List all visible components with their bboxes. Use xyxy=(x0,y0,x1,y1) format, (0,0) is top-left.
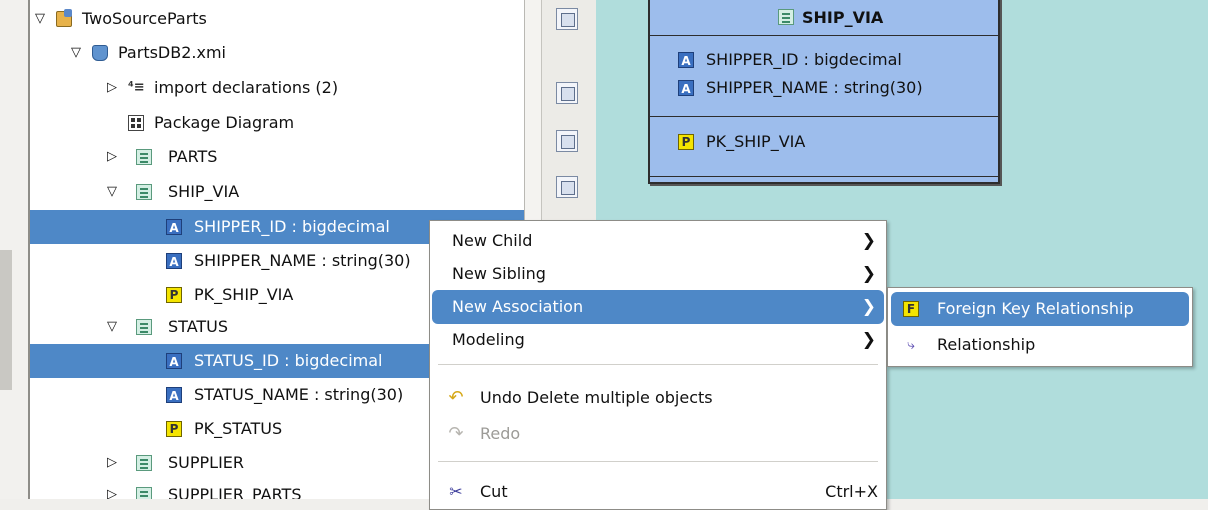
menu-item-new-association[interactable]: New Association ❯ xyxy=(432,290,884,324)
collapsed-twisty-icon[interactable]: ▷ xyxy=(104,446,120,480)
entity-divider xyxy=(650,176,998,177)
relationship-icon: ⤷ xyxy=(907,337,915,353)
menu-item-label: Modeling xyxy=(452,330,525,349)
menu-item-undo[interactable]: ↶ Undo Delete multiple objects xyxy=(430,381,886,415)
xmi-file-icon xyxy=(92,45,108,61)
tree-item-label: PK_STATUS xyxy=(194,419,283,438)
foreign-key-icon: F xyxy=(903,301,919,317)
palette-import-icon[interactable] xyxy=(556,130,578,152)
tree-item-label: STATUS_ID : bigdecimal xyxy=(194,351,383,370)
table-icon xyxy=(136,149,152,165)
table-icon xyxy=(778,9,794,25)
menu-separator xyxy=(438,364,878,365)
attribute-icon: A xyxy=(166,253,182,269)
entity-header: SHIP_VIA xyxy=(650,0,998,36)
menu-item-foreign-key-relationship[interactable]: F Foreign Key Relationship xyxy=(891,292,1189,326)
entity-attribute-label: SHIPPER_NAME : string(30) xyxy=(706,78,923,97)
tree-item-label: PK_SHIP_VIA xyxy=(194,285,294,304)
menu-item-label: Relationship xyxy=(937,335,1036,354)
tree-item-label: PARTS xyxy=(168,147,218,166)
menu-item-new-sibling[interactable]: New Sibling ❯ xyxy=(430,257,886,291)
menu-item-label: Cut xyxy=(480,482,508,501)
attribute-icon: A xyxy=(166,353,182,369)
menu-item-relationship[interactable]: ⤷ Relationship xyxy=(891,328,1189,362)
palette-layout-icon[interactable] xyxy=(556,176,578,198)
entity-divider xyxy=(650,116,998,117)
expanded-twisty-icon[interactable]: ▽ xyxy=(104,310,120,344)
tree-item-parts[interactable]: ▷ PARTS xyxy=(30,140,524,174)
menu-item-label: New Sibling xyxy=(452,264,546,283)
menu-item-cut[interactable]: ✂ Cut Ctrl+X xyxy=(430,475,886,509)
menu-item-modeling[interactable]: Modeling ❯ xyxy=(430,323,886,357)
new-association-submenu[interactable]: F Foreign Key Relationship ⤷ Relationshi… xyxy=(887,287,1193,367)
tree-item-label: SUPPLIER_PARTS xyxy=(168,485,302,499)
gutter-shade xyxy=(0,250,12,390)
tree-item-label: SHIP_VIA xyxy=(168,182,240,201)
expanded-twisty-icon[interactable]: ▽ xyxy=(104,175,120,209)
expanded-twisty-icon[interactable]: ▽ xyxy=(32,2,48,36)
primary-key-icon: P xyxy=(678,134,694,150)
project-icon xyxy=(56,9,72,27)
menu-item-label: Foreign Key Relationship xyxy=(937,299,1134,318)
menu-item-label: New Association xyxy=(452,297,584,316)
tree-item-partsdb2-xmi[interactable]: ▽ PartsDB2.xmi xyxy=(30,36,524,70)
entity-title: SHIP_VIA xyxy=(802,8,884,27)
attribute-icon: A xyxy=(166,387,182,403)
tree-item-ship-via[interactable]: ▽ SHIP_VIA xyxy=(30,175,524,209)
palette-save-icon[interactable] xyxy=(556,82,578,104)
cut-icon: ✂ xyxy=(449,482,463,501)
table-icon xyxy=(136,455,152,471)
menu-item-label: Undo Delete multiple objects xyxy=(480,388,713,407)
tree-item-label: PartsDB2.xmi xyxy=(118,43,226,62)
tree-item-label: SHIPPER_ID : bigdecimal xyxy=(194,217,390,236)
collapsed-twisty-icon[interactable]: ▷ xyxy=(104,140,120,174)
tree-item-label: SHIPPER_NAME : string(30) xyxy=(194,251,411,270)
tree-item-package-diagram[interactable]: Package Diagram xyxy=(30,106,524,140)
menu-item-new-child[interactable]: New Child ❯ xyxy=(430,224,886,258)
tree-item-label: STATUS_NAME : string(30) xyxy=(194,385,404,404)
context-menu[interactable]: New Child ❯ New Sibling ❯ New Associatio… xyxy=(429,220,887,510)
menu-item-label: Redo xyxy=(480,424,521,443)
primary-key-icon: P xyxy=(166,421,182,437)
tree-item-twosourceparts[interactable]: ▽ TwoSourceParts xyxy=(30,2,524,36)
package-diagram-icon xyxy=(128,115,144,131)
entity-attribute-label: SHIPPER_ID : bigdecimal xyxy=(706,50,902,69)
collapsed-twisty-icon[interactable]: ▷ xyxy=(104,71,120,105)
collapsed-twisty-icon[interactable]: ▷ xyxy=(104,478,120,499)
tree-item-label: SUPPLIER xyxy=(168,453,245,472)
submenu-arrow-icon: ❯ xyxy=(861,264,876,284)
submenu-arrow-icon: ❯ xyxy=(861,231,876,251)
attribute-icon: A xyxy=(678,80,694,96)
entity-ship-via[interactable]: SHIP_VIA A SHIPPER_ID : bigdecimal A SHI… xyxy=(648,0,1000,184)
tree-item-label: Package Diagram xyxy=(154,113,295,132)
undo-icon: ↶ xyxy=(448,387,464,408)
expanded-twisty-icon[interactable]: ▽ xyxy=(68,36,84,70)
menu-item-label: New Child xyxy=(452,231,533,250)
attribute-icon: A xyxy=(678,52,694,68)
import-declarations-icon: ⁴≡ xyxy=(128,80,145,95)
menu-separator xyxy=(438,461,878,462)
menu-item-redo: ↷ Redo xyxy=(430,417,886,451)
primary-key-icon: P xyxy=(166,287,182,303)
palette-run-icon[interactable] xyxy=(556,8,578,30)
tree-item-import-declarations[interactable]: ▷ ⁴≡ import declarations (2) xyxy=(30,71,524,105)
submenu-arrow-icon: ❯ xyxy=(861,330,876,350)
entity-key-label: PK_SHIP_VIA xyxy=(706,132,806,151)
submenu-arrow-icon: ❯ xyxy=(861,297,876,317)
attribute-icon: A xyxy=(166,219,182,235)
tree-item-label: TwoSourceParts xyxy=(82,9,207,28)
redo-icon: ↷ xyxy=(448,423,464,444)
menu-item-shortcut: Ctrl+X xyxy=(825,482,878,501)
table-icon xyxy=(136,319,152,335)
tree-item-label: import declarations (2) xyxy=(154,78,339,97)
tree-item-label: STATUS xyxy=(168,317,229,336)
table-icon xyxy=(136,184,152,200)
table-icon xyxy=(136,487,152,499)
